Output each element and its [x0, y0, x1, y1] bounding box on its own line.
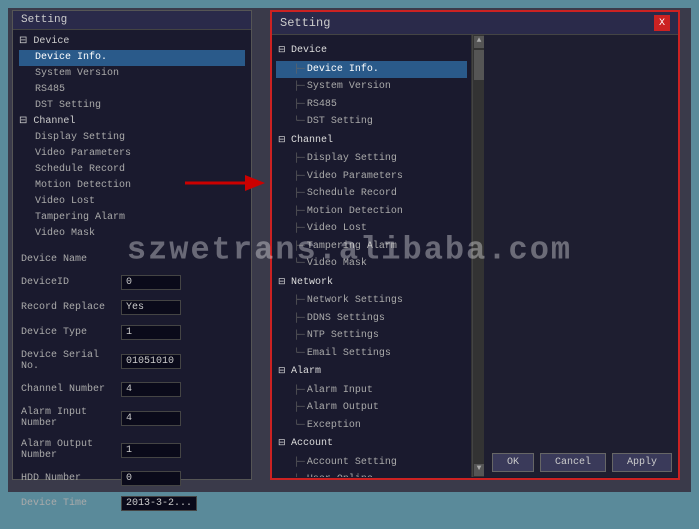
right-tree-video-params[interactable]: Video Parameters [276, 168, 467, 186]
field-device-type-label: Device Type [21, 327, 121, 338]
field-device-id-label: DeviceID [21, 277, 121, 288]
field-alarm-in-row: Alarm Input Number 4 [21, 407, 243, 429]
right-tree-rs485[interactable]: RS485 [276, 96, 467, 114]
right-tree-ntp[interactable]: NTP Settings [276, 327, 467, 345]
left-tree-channel: ⊟ Channel [19, 114, 245, 130]
right-tree-network-header[interactable]: Network [276, 273, 467, 293]
left-titlebar: Setting [13, 11, 251, 30]
right-tree-user-online[interactable]: User Online [276, 471, 467, 477]
right-scrollbar[interactable]: ▲ ▼ [472, 35, 484, 477]
left-tree-tamper[interactable]: Tampering Alarm [19, 210, 245, 226]
right-tree-device-header[interactable]: Device [276, 41, 467, 61]
left-tree-rs485[interactable]: RS485 [19, 82, 245, 98]
scroll-up-button[interactable]: ▲ [474, 36, 484, 48]
cancel-button[interactable]: Cancel [540, 453, 606, 472]
right-tree-tampering-alarm[interactable]: Tampering Alarm [276, 238, 467, 256]
ok-button[interactable]: OK [492, 453, 534, 472]
field-channel-row: Channel Number 4 [21, 382, 243, 397]
right-tree-account-header[interactable]: Account [276, 434, 467, 454]
field-record-replace-value[interactable]: Yes [121, 300, 181, 315]
field-hdd-label: HDD Number [21, 473, 121, 484]
field-alarm-in-label: Alarm Input Number [21, 407, 121, 429]
right-tree-channel-header[interactable]: Channel [276, 131, 467, 151]
field-device-type-row: Device Type 1 [21, 325, 243, 340]
left-tree-device-info[interactable]: Device Info. [19, 50, 245, 66]
close-button[interactable]: X [654, 15, 670, 31]
field-channel-value[interactable]: 4 [121, 382, 181, 397]
red-arrow-indicator [185, 168, 265, 198]
right-tree-video-mask[interactable]: Video Mask [276, 255, 467, 273]
right-content-panel [484, 35, 678, 477]
apply-button[interactable]: Apply [612, 453, 672, 472]
right-tree-schedule-record[interactable]: Schedule Record [276, 185, 467, 203]
field-device-name-row: Device Name [21, 254, 243, 265]
right-tree-email[interactable]: Email Settings [276, 345, 467, 363]
left-tree-display[interactable]: Display Setting [19, 130, 245, 146]
right-tree-panel: Device Device Info. System Version RS485… [272, 35, 472, 477]
left-tree-video-mask[interactable]: Video Mask [19, 226, 245, 242]
field-alarm-out-value[interactable]: 1 [121, 443, 181, 458]
right-tree-display-setting[interactable]: Display Setting [276, 150, 467, 168]
left-setting-window: Setting ⊟ Device Device Info. System Ver… [12, 10, 252, 480]
right-tree-ddns[interactable]: DDNS Settings [276, 310, 467, 328]
left-tree-device: ⊟ Device [19, 34, 245, 50]
right-titlebar: Setting X [272, 12, 678, 35]
field-serial-row: Device Serial No. 01051010 [21, 350, 243, 372]
right-tree-video-lost[interactable]: Video Lost [276, 220, 467, 238]
right-title: Setting [280, 16, 330, 30]
field-device-id-row: DeviceID 0 [21, 275, 243, 290]
field-time-row: Device Time 2013-3-2... [21, 496, 243, 511]
right-tree-alarm-input[interactable]: Alarm Input [276, 382, 467, 400]
right-setting-window: Setting X Device Device Info. System Ver… [270, 10, 680, 480]
field-time-value[interactable]: 2013-3-2... [121, 496, 197, 511]
field-record-replace-row: Record Replace Yes [21, 300, 243, 315]
field-device-type-value[interactable]: 1 [121, 325, 181, 340]
field-device-id-value[interactable]: 0 [121, 275, 181, 290]
right-tree-motion-detection[interactable]: Motion Detection [276, 203, 467, 221]
right-tree-system-version[interactable]: System Version [276, 78, 467, 96]
right-tree-account-setting[interactable]: Account Setting [276, 454, 467, 472]
left-content: Device Name DeviceID 0 Record Replace Ye… [13, 246, 251, 529]
right-bottom-bar: OK Cancel Apply [492, 453, 672, 472]
right-tree-device-info[interactable]: Device Info. [276, 61, 467, 79]
field-device-name-label: Device Name [21, 254, 121, 265]
field-hdd-row: HDD Number 0 [21, 471, 243, 486]
field-alarm-in-value[interactable]: 4 [121, 411, 181, 426]
scroll-thumb[interactable] [474, 50, 484, 80]
right-tree-alarm-header[interactable]: Alarm [276, 362, 467, 382]
field-channel-label: Channel Number [21, 384, 121, 395]
field-alarm-out-row: Alarm Output Number 1 [21, 439, 243, 461]
field-alarm-out-label: Alarm Output Number [21, 439, 121, 461]
right-tree-alarm-output[interactable]: Alarm Output [276, 399, 467, 417]
left-tree-dst[interactable]: DST Setting [19, 98, 245, 114]
right-tree-network-settings[interactable]: Network Settings [276, 292, 467, 310]
left-title: Setting [21, 14, 67, 26]
left-tree-system-version[interactable]: System Version [19, 66, 245, 82]
field-serial-label: Device Serial No. [21, 350, 121, 372]
field-record-replace-label: Record Replace [21, 302, 121, 313]
left-tree-video-params[interactable]: Video Parameters [19, 146, 245, 162]
right-body: Device Device Info. System Version RS485… [272, 35, 678, 477]
right-tree-dst[interactable]: DST Setting [276, 113, 467, 131]
field-hdd-value[interactable]: 0 [121, 471, 181, 486]
field-serial-value[interactable]: 01051010 [121, 354, 181, 369]
scroll-down-button[interactable]: ▼ [474, 464, 484, 476]
left-tree: ⊟ Device Device Info. System Version RS4… [13, 30, 251, 246]
right-tree-exception[interactable]: Exception [276, 417, 467, 435]
